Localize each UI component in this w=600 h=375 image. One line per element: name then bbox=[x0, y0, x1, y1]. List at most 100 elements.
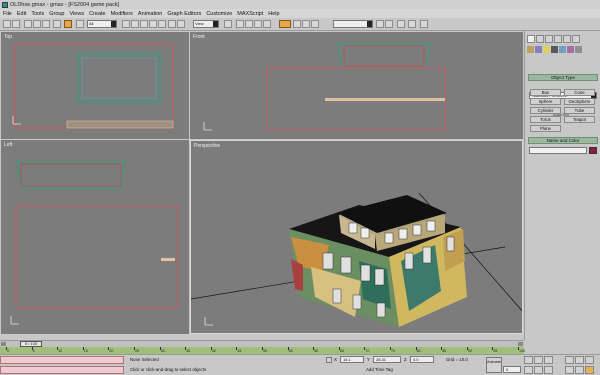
pan-icon[interactable] bbox=[524, 366, 533, 374]
menu-views[interactable]: Views bbox=[70, 11, 85, 17]
geosphere-button[interactable]: GeoSphere bbox=[564, 98, 595, 105]
geometry-icon[interactable] bbox=[527, 46, 534, 53]
spinner-snap-icon[interactable] bbox=[311, 20, 319, 28]
selection-lock-icon[interactable] bbox=[326, 357, 332, 363]
track-bar[interactable]: 0 5 10 15 20 25 30 35 40 45 50 55 60 65 70 75 80 85 90 95 10… bbox=[0, 347, 525, 354]
menu-help[interactable]: Help bbox=[268, 11, 279, 17]
curve-editor-icon[interactable] bbox=[408, 20, 416, 28]
axis-xy-icon[interactable] bbox=[263, 20, 271, 28]
bind-space-warp-icon[interactable] bbox=[42, 20, 50, 28]
arc-rotate-icon[interactable] bbox=[534, 366, 543, 374]
plane-button[interactable]: Plane bbox=[530, 125, 561, 132]
prev-frame-icon[interactable] bbox=[575, 356, 584, 364]
object-type-rollout[interactable]: Object Type bbox=[528, 74, 598, 81]
menu-edit[interactable]: Edit bbox=[17, 11, 26, 17]
link-icon[interactable] bbox=[24, 20, 32, 28]
align-icon[interactable] bbox=[385, 20, 393, 28]
viewport-top[interactable]: Top bbox=[1, 32, 189, 139]
zoom-extents-icon[interactable] bbox=[544, 356, 553, 364]
y-coordinate-field[interactable]: 28.31 bbox=[373, 356, 401, 363]
name-and-color-rollout[interactable]: Name and Color bbox=[528, 137, 598, 144]
move-icon[interactable] bbox=[131, 20, 139, 28]
systems-icon[interactable] bbox=[575, 46, 582, 53]
viewport-perspective[interactable]: Perspective bbox=[190, 140, 523, 334]
material-editor-icon[interactable] bbox=[420, 20, 428, 28]
object-color-swatch[interactable] bbox=[589, 147, 597, 154]
cameras-icon[interactable] bbox=[551, 46, 558, 53]
goto-end-icon[interactable] bbox=[575, 366, 584, 374]
mirror-tool-icon[interactable] bbox=[376, 20, 384, 28]
lights-icon[interactable] bbox=[543, 46, 550, 53]
pivot-center-icon[interactable] bbox=[224, 20, 232, 28]
menu-tools[interactable]: Tools bbox=[31, 11, 44, 17]
named-selection-sets-dropdown[interactable] bbox=[333, 20, 373, 28]
scale-icon[interactable] bbox=[149, 20, 157, 28]
menu-animation[interactable]: Animation bbox=[138, 11, 162, 17]
time-slider-next-icon[interactable] bbox=[518, 342, 523, 346]
percent-snap-icon[interactable] bbox=[302, 20, 310, 28]
reference-coord-dropdown[interactable]: View bbox=[193, 20, 219, 28]
motion-tab-icon[interactable] bbox=[554, 35, 562, 43]
utilities-tab-icon[interactable] bbox=[572, 35, 580, 43]
snap-toggle-icon[interactable] bbox=[279, 20, 291, 28]
maxscript-listener-output[interactable] bbox=[0, 366, 124, 374]
selection-region-icon[interactable] bbox=[76, 20, 84, 28]
select-icon[interactable] bbox=[53, 20, 61, 28]
select-by-name-icon[interactable] bbox=[122, 20, 130, 28]
torus-button[interactable]: Torus bbox=[530, 116, 561, 123]
add-time-tag[interactable]: Add Time Tag bbox=[366, 367, 393, 372]
axis-z-icon[interactable] bbox=[254, 20, 262, 28]
select-object-icon[interactable] bbox=[64, 20, 72, 28]
squash-icon[interactable] bbox=[158, 20, 166, 28]
menu-group[interactable]: Group bbox=[49, 11, 64, 17]
maximize-toggle-icon[interactable] bbox=[544, 366, 553, 374]
space-warps-icon[interactable] bbox=[567, 46, 574, 53]
axis-x-icon[interactable] bbox=[236, 20, 244, 28]
teapot-button[interactable]: Teapot bbox=[564, 116, 595, 123]
shapes-icon[interactable] bbox=[535, 46, 542, 53]
z-coordinate-field[interactable]: 0.0 bbox=[410, 356, 434, 363]
constraint-icon[interactable] bbox=[168, 20, 176, 28]
time-slider-prev-icon[interactable] bbox=[1, 342, 6, 346]
viewport-left[interactable]: Left bbox=[1, 140, 189, 334]
menu-file[interactable]: File bbox=[3, 11, 12, 17]
tube-button[interactable]: Tube bbox=[564, 107, 595, 114]
menu-graph-editors[interactable]: Graph Editors bbox=[167, 11, 201, 17]
current-frame-field[interactable]: 0 bbox=[503, 366, 521, 373]
undo-icon[interactable] bbox=[3, 20, 11, 28]
create-tab-icon[interactable] bbox=[527, 35, 535, 43]
sphere-button[interactable]: Sphere bbox=[530, 98, 561, 105]
viewport-front[interactable]: Front bbox=[190, 32, 523, 139]
angle-snap-icon[interactable] bbox=[293, 20, 301, 28]
axis-y-icon[interactable] bbox=[245, 20, 253, 28]
display-tab-icon[interactable] bbox=[563, 35, 571, 43]
cone-button[interactable]: Cone bbox=[564, 89, 595, 96]
box-button[interactable]: Box bbox=[530, 89, 561, 96]
menu-customize[interactable]: Customize bbox=[206, 11, 232, 17]
zoom-icon[interactable] bbox=[524, 356, 533, 364]
modify-tab-icon[interactable] bbox=[536, 35, 544, 43]
play-icon[interactable] bbox=[585, 356, 594, 364]
rotate-icon[interactable] bbox=[140, 20, 148, 28]
menu-modifiers[interactable]: Modifiers bbox=[111, 11, 133, 17]
menu-maxscript[interactable]: MAXScript bbox=[237, 11, 263, 17]
goto-start-icon[interactable] bbox=[565, 356, 574, 364]
object-name-field[interactable] bbox=[529, 147, 587, 154]
layers-icon[interactable] bbox=[397, 20, 405, 28]
zoom-all-icon[interactable] bbox=[534, 356, 543, 364]
animate-button[interactable]: Animate bbox=[486, 357, 502, 373]
next-frame-icon[interactable] bbox=[565, 366, 574, 374]
maxscript-listener-mini[interactable] bbox=[0, 356, 124, 364]
hierarchy-tab-icon[interactable] bbox=[545, 35, 553, 43]
helpers-icon[interactable] bbox=[559, 46, 566, 53]
cylinder-button[interactable]: Cylinder bbox=[530, 107, 561, 114]
redo-icon[interactable] bbox=[12, 20, 20, 28]
unlink-icon[interactable] bbox=[33, 20, 41, 28]
x-coordinate-field[interactable]: 16.1 bbox=[340, 356, 364, 363]
viewport-left-canvas bbox=[10, 161, 179, 325]
selection-filter-dropdown[interactable]: All bbox=[87, 20, 117, 28]
time-slider[interactable]: 0 / 100 bbox=[0, 340, 524, 347]
zoom-region-icon[interactable] bbox=[585, 366, 594, 374]
menu-create[interactable]: Create bbox=[89, 11, 106, 17]
mirror-icon[interactable] bbox=[177, 20, 185, 28]
